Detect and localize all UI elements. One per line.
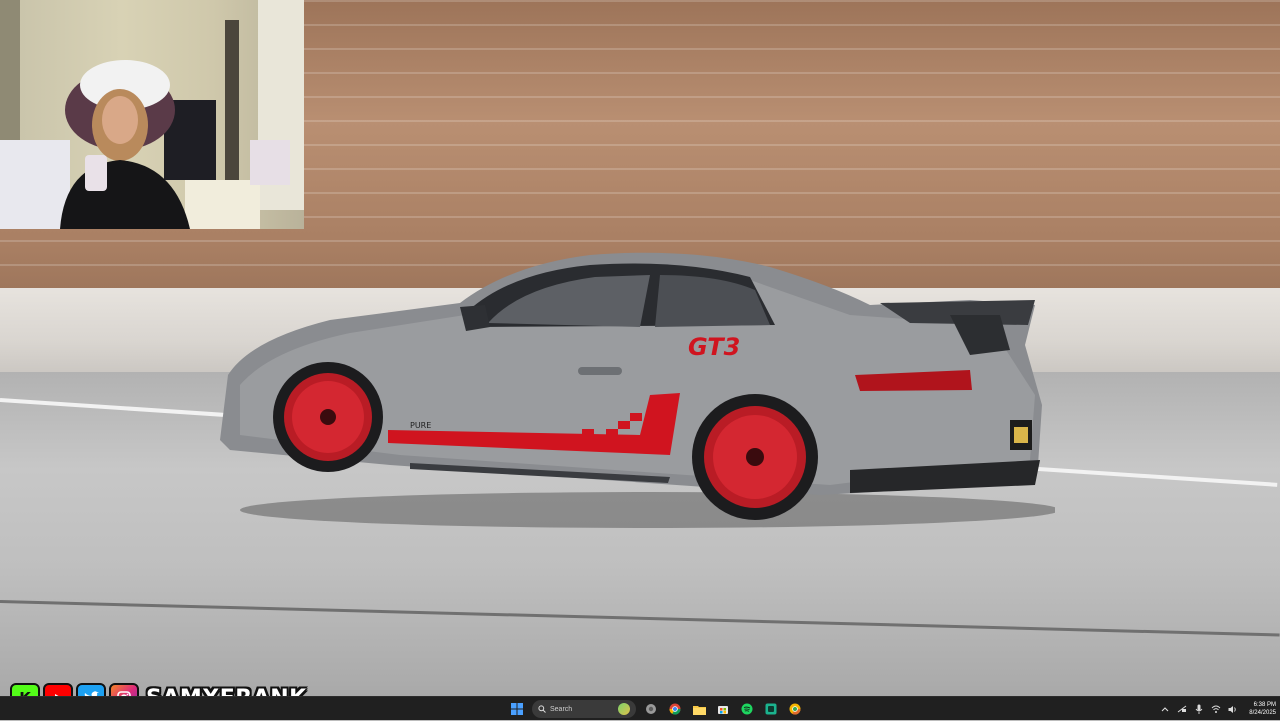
search-highlight-icon — [618, 703, 630, 715]
webcam-overlay — [0, 0, 304, 229]
task-view-icon[interactable] — [642, 700, 660, 718]
store-icon[interactable] — [714, 700, 732, 718]
system-clock[interactable]: 6:38 PM 8/24/2025 — [1249, 701, 1276, 717]
start-icon[interactable] — [508, 700, 526, 718]
file-explorer-icon[interactable] — [690, 700, 708, 718]
microphone-icon[interactable] — [1194, 704, 1204, 714]
system-tray: 6:38 PM 8/24/2025 — [1160, 697, 1276, 721]
taskbar: Search 6:38 PM 8/24/2025 — [0, 696, 1280, 720]
front-wheel — [273, 362, 383, 472]
network-icon[interactable] — [1177, 704, 1187, 714]
taskbar-apps: Search — [508, 699, 804, 719]
chrome-icon[interactable] — [666, 700, 684, 718]
spotify-icon[interactable] — [738, 700, 756, 718]
taskbar-search-box[interactable]: Search — [532, 700, 636, 718]
door-decal: PURE — [410, 421, 431, 430]
clock-time: 6:38 PM — [1253, 702, 1276, 708]
chevron-up-icon[interactable] — [1160, 704, 1170, 714]
terminal-icon[interactable] — [762, 700, 780, 718]
speaker-icon[interactable] — [1228, 704, 1238, 714]
porsche-gt3-image: GT3 PURE — [220, 252, 1055, 528]
webcam-feed — [0, 0, 304, 229]
chrome-canary-icon[interactable] — [786, 700, 804, 718]
search-placeholder: Search — [550, 705, 573, 713]
wifi-icon[interactable] — [1211, 704, 1221, 714]
clock-date: 8/24/2025 — [1249, 710, 1276, 716]
rear-wheel — [692, 394, 818, 520]
search-icon — [538, 705, 546, 713]
gt3-lettering: GT3 — [688, 333, 740, 361]
